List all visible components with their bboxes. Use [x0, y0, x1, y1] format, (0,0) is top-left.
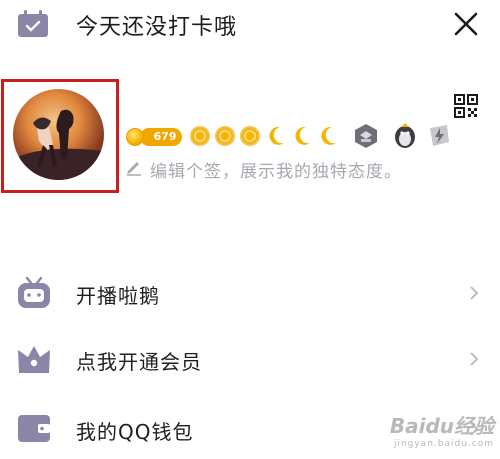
page-title: 今天还没打卡哦 [76, 15, 238, 40]
lightning-badge-icon[interactable] [425, 122, 453, 150]
chevron-right-icon [470, 286, 479, 300]
menu-item-live[interactable]: 开播啦鹅 [0, 263, 500, 323]
menu-item-label: 点我开通会员 [76, 350, 202, 374]
close-icon[interactable] [452, 10, 480, 38]
crown-icon [18, 346, 50, 373]
avatar-illustration [13, 109, 104, 180]
level-badge[interactable]: 679 [140, 128, 182, 146]
edit-pencil-icon[interactable] [125, 158, 143, 176]
watermark-main: Baidu经验 [389, 414, 494, 438]
wallet-icon [18, 415, 50, 442]
signature-placeholder[interactable]: 编辑个签，展示我的独特态度。 [150, 157, 402, 182]
tv-icon [18, 276, 50, 308]
qr-code-icon[interactable] [454, 94, 478, 118]
watermark: Baidu经验 jingyan.baidu.com [390, 410, 494, 449]
chevron-right-icon [470, 352, 479, 366]
penguin-badge-icon[interactable] [391, 122, 419, 150]
menu-item-label: 我的QQ钱包 [76, 420, 194, 444]
coin-icon [126, 128, 144, 146]
watermark-sub: jingyan.baidu.com [393, 439, 494, 449]
service-badge-icon[interactable] [352, 122, 380, 150]
menu-item-vip[interactable]: 点我开通会员 [0, 329, 500, 389]
level-number: 679 [153, 130, 177, 143]
sun-icon [215, 126, 235, 146]
moon-icon [269, 126, 284, 145]
sun-icon [190, 126, 210, 146]
calendar-icon[interactable] [17, 10, 49, 38]
moon-icon [321, 126, 336, 145]
avatar[interactable] [13, 89, 104, 180]
moon-icon [295, 126, 310, 145]
menu-item-label: 开播啦鹅 [76, 284, 160, 308]
sun-icon [240, 126, 260, 146]
